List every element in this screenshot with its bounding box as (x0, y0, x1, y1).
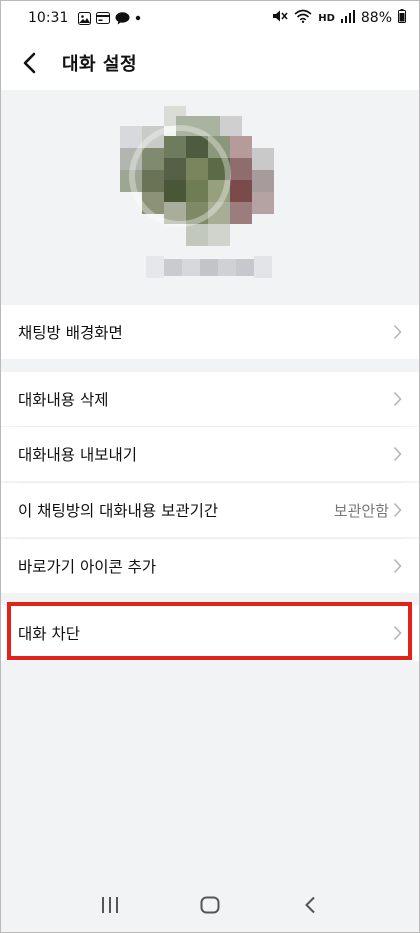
back-button[interactable] (6, 40, 52, 86)
battery-icon (398, 9, 406, 27)
profile-avatar[interactable] (120, 106, 274, 246)
wifi-icon (294, 9, 312, 27)
recent-apps-icon (102, 896, 118, 913)
back-icon (305, 896, 315, 913)
nav-back-button[interactable] (285, 885, 335, 925)
talk-notification-icon (115, 11, 130, 25)
card-notification-icon (96, 12, 111, 24)
home-icon (200, 896, 220, 913)
gallery-notification-icon (78, 11, 92, 25)
settings-row-delete[interactable]: 대화내용 삭제 (0, 372, 420, 426)
row-label: 이 채팅방의 대화내용 보관기간 (18, 502, 219, 520)
row-label: 채팅방 배경화면 (18, 324, 123, 342)
app-header: 대화 설정 (0, 36, 420, 90)
more-notifications-icon (135, 15, 141, 21)
status-time: 10:31 (28, 10, 69, 26)
home-button[interactable] (185, 885, 235, 925)
signal-icon (340, 9, 355, 27)
network-type: HD (318, 12, 335, 24)
chevron-left-icon (23, 52, 36, 74)
settings-row-retention[interactable]: 이 채팅방의 대화내용 보관기간 보관안함 (0, 483, 420, 537)
chevron-right-icon (393, 502, 402, 518)
chevron-right-icon (393, 324, 402, 340)
recent-apps-button[interactable] (85, 885, 135, 925)
settings-row-shortcut[interactable]: 바로가기 아이콘 추가 (0, 539, 420, 593)
chevron-right-icon (393, 446, 402, 462)
profile-name (146, 256, 272, 278)
chevron-right-icon (393, 558, 402, 574)
settings-row-background[interactable]: 채팅방 배경화면 (0, 305, 420, 359)
row-label: 대화내용 내보내기 (18, 446, 138, 464)
row-label: 대화 차단 (18, 625, 80, 643)
row-label: 대화내용 삭제 (18, 391, 109, 409)
settings-row-export[interactable]: 대화내용 내보내기 (0, 427, 420, 481)
page-title: 대화 설정 (62, 54, 138, 75)
mute-icon (272, 9, 288, 27)
profile-section (0, 90, 420, 304)
battery-percent: 88% (360, 10, 392, 26)
chevron-right-icon (393, 625, 402, 641)
system-nav-bar (0, 876, 420, 933)
chevron-right-icon (393, 391, 402, 407)
retention-value: 보관안함 (333, 501, 389, 520)
row-label: 바로가기 아이콘 추가 (18, 558, 157, 576)
status-bar: 10:31 HD 88% (0, 0, 420, 36)
settings-row-block[interactable]: 대화 차단 (0, 605, 420, 661)
